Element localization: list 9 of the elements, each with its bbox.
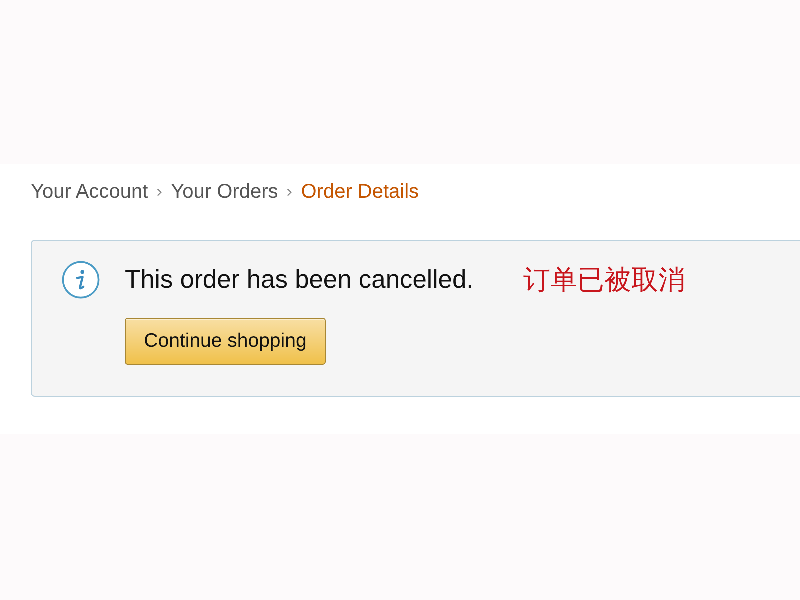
annotation-text: 订单已被取消 (524, 264, 686, 297)
alert-message: This order has been cancelled. (125, 266, 474, 294)
chevron-right-icon (287, 188, 292, 197)
info-icon (62, 261, 100, 299)
breadcrumb-current-link[interactable]: Order Details (301, 180, 420, 205)
continue-shopping-button[interactable]: Continue shopping (125, 318, 326, 365)
chevron-right-icon (157, 188, 162, 197)
breadcrumb-link[interactable]: Your Account (31, 180, 148, 205)
breadcrumb-link[interactable]: Your Orders (171, 180, 278, 205)
